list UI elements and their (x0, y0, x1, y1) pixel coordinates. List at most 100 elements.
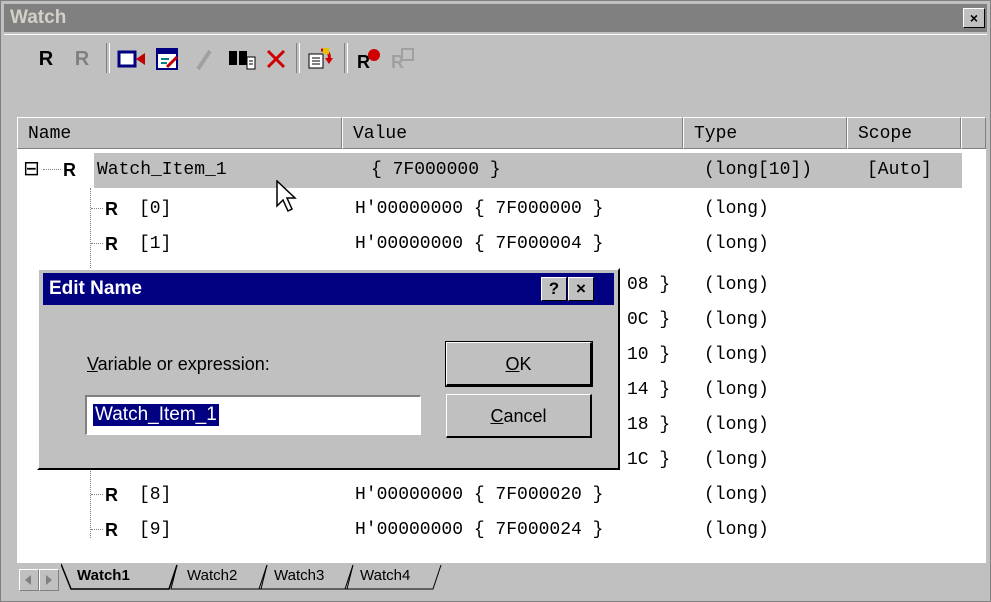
tree-connector (43, 169, 61, 170)
dialog-close-button[interactable]: × (568, 277, 594, 301)
expression-label: Variable or expression: (87, 354, 270, 375)
camera-record-icon (117, 50, 145, 68)
breakpoint-set-button[interactable]: R (354, 45, 384, 73)
row-name: [9] (139, 520, 172, 540)
binoculars-icon (229, 51, 256, 70)
table-row[interactable]: R [9] H'00000000 { 7F000024 } (long) (17, 513, 986, 548)
tab-scroll-left-button[interactable] (19, 569, 39, 591)
delete-x-icon (266, 49, 286, 69)
refresh-button[interactable] (304, 45, 336, 73)
row-type: (long) (704, 415, 769, 435)
tree-connector (91, 494, 103, 495)
table-row[interactable]: R [0] H'00000000 { 7F000000 } (long) (17, 192, 986, 227)
toolbar-separator (296, 43, 300, 73)
row-name: Watch_Item_1 (97, 160, 227, 180)
register-r-disabled-icon: R (74, 47, 90, 70)
mouse-cursor-icon (276, 180, 297, 213)
tab-watch2[interactable]: Watch2 (187, 563, 237, 591)
row-value: H'00000000 { 7F000000 } (355, 199, 604, 219)
tab-watch1[interactable]: Watch1 (77, 563, 130, 591)
row-type: (long) (704, 275, 769, 295)
row-name: [0] (139, 199, 172, 219)
delete-button[interactable] (262, 45, 290, 73)
row-scope: [Auto] (867, 160, 932, 180)
toolbar-separator (106, 43, 110, 73)
expression-input[interactable]: Watch_Item_1 (85, 395, 421, 435)
breakpoint-clear-button[interactable]: R (388, 45, 418, 73)
table-row[interactable]: R [1] H'00000000 { 7F000004 } (long) (17, 227, 986, 262)
tree-connector (91, 243, 103, 244)
row-value: 18 } (627, 415, 671, 435)
edit-value-icon (156, 48, 179, 70)
tab-watch4[interactable]: Watch4 (360, 563, 410, 591)
column-value-header[interactable]: Value (342, 117, 683, 149)
close-button[interactable]: × (963, 8, 985, 28)
edit-name-dialog: Edit Name ? × Variable or expression: Wa… (37, 268, 620, 470)
breakpoint-set-icon: R (357, 49, 380, 72)
row-value: 1C } (627, 450, 671, 470)
row-name: [1] (139, 234, 172, 254)
help-button[interactable]: ? (541, 277, 567, 301)
row-type: (long) (704, 310, 769, 330)
pencil-button[interactable] (192, 45, 216, 73)
find-button[interactable] (226, 45, 258, 73)
breakpoint-clear-icon: R (391, 48, 414, 72)
chevron-left-icon (25, 575, 31, 585)
row-value: H'00000000 { 7F000020 } (355, 485, 604, 505)
column-name-header[interactable]: Name (17, 117, 342, 149)
row-value: H'00000000 { 7F000004 } (355, 234, 604, 254)
row-value: 10 } (627, 345, 671, 365)
refresh-icon (308, 48, 333, 69)
row-type: (long) (704, 234, 769, 254)
row-value: 14 } (627, 380, 671, 400)
tree-connector (91, 208, 103, 209)
toolbar-separator (344, 43, 348, 73)
toolbar: R R R R (4, 34, 987, 79)
register-icon: R (105, 520, 118, 540)
tab-watch3[interactable]: Watch3 (274, 563, 324, 591)
row-value: { 7F000000 } (371, 160, 501, 180)
column-scope-header[interactable]: Scope (847, 117, 961, 149)
cancel-label: ancel (503, 406, 547, 426)
table-row[interactable]: R [8] H'00000000 { 7F000020 } (long) (17, 478, 986, 513)
register-r-button[interactable]: R (34, 45, 58, 73)
register-icon: R (105, 199, 118, 219)
row-type: (long) (704, 450, 769, 470)
register-icon: R (105, 234, 118, 254)
row-type: (long) (704, 520, 769, 540)
camera-record-button[interactable] (116, 45, 148, 73)
row-type: (long) (704, 345, 769, 365)
ok-accelerator: O (505, 354, 520, 374)
register-r-icon: R (38, 47, 54, 70)
row-type: (long) (704, 199, 769, 219)
row-name: [8] (139, 485, 172, 505)
column-header: Name Value Type Scope (17, 117, 986, 151)
row-type: (long[10]) (704, 160, 813, 180)
register-icon: R (63, 160, 76, 180)
dialog-titlebar[interactable]: Edit Name ? × (43, 273, 614, 305)
watch-titlebar[interactable]: Watch × (4, 4, 987, 32)
row-type: (long) (704, 380, 769, 400)
row-value: H'00000000 { 7F000024 } (355, 520, 604, 540)
edit-value-button[interactable] (154, 45, 182, 73)
register-r-disabled-button[interactable]: R (70, 45, 94, 73)
label-text: ariable or expression: (97, 354, 270, 374)
row-value: 08 } (627, 275, 671, 295)
row-value: 0C } (627, 310, 671, 330)
tab-scroll-right-button[interactable] (39, 569, 59, 591)
watch-tab-bar: Watch1 Watch2 Watch3 Watch4 (17, 563, 986, 593)
chevron-right-icon (46, 575, 52, 585)
window-title: Watch (10, 7, 67, 28)
ok-label: K (519, 354, 532, 374)
label-accelerator: V (87, 354, 98, 374)
cancel-accelerator: C (490, 406, 504, 426)
expression-input-value: Watch_Item_1 (93, 404, 219, 426)
table-row[interactable]: ⊟ R Watch_Item_1 { 7F000000 } (long[10])… (17, 153, 986, 188)
pencil-icon (196, 49, 212, 71)
cancel-button[interactable]: Cancel (446, 394, 592, 438)
ok-button[interactable]: OK (445, 341, 593, 387)
collapse-icon[interactable]: ⊟ (23, 156, 40, 180)
register-icon: R (105, 485, 118, 505)
column-type-header[interactable]: Type (683, 117, 847, 149)
dialog-title: Edit Name (49, 278, 142, 299)
